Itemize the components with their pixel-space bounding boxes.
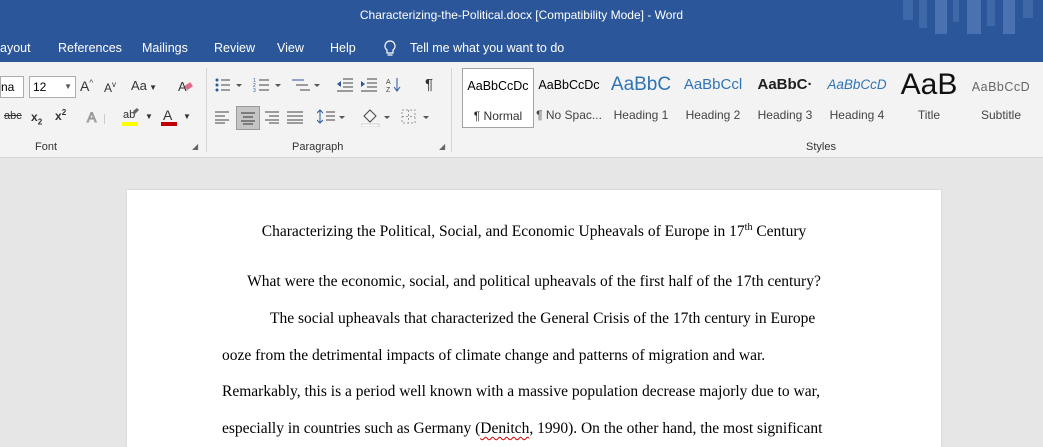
chevron-down-icon[interactable]: ▼ (183, 112, 191, 121)
document-title: Characterizing the Political, Social, an… (261, 222, 807, 241)
document-page[interactable]: Characterizing the Political, Social, an… (127, 190, 941, 447)
font-group-label: Font (35, 141, 58, 153)
align-center-button[interactable] (236, 106, 260, 130)
text-effects-icon[interactable]: A (86, 108, 102, 126)
decrease-indent-icon[interactable] (336, 76, 354, 94)
sort-icon[interactable]: AZ (386, 76, 402, 94)
dialog-launcher-icon[interactable]: ◢ (439, 142, 445, 151)
tab-help[interactable]: Help (330, 41, 356, 55)
clear-formatting-icon[interactable]: A (177, 78, 193, 94)
tab-mailings[interactable]: Mailings (142, 41, 188, 55)
style-normal[interactable]: AaBbCcDc ¶ Normal (462, 68, 534, 128)
align-right-icon[interactable] (263, 110, 279, 124)
svg-text:A: A (163, 107, 173, 123)
align-left-icon[interactable] (215, 110, 231, 124)
borders-icon[interactable] (401, 108, 433, 126)
svg-text:3: 3 (253, 88, 256, 94)
spelling-error[interactable]: Denitch (480, 420, 529, 437)
group-divider (451, 68, 452, 152)
group-divider (206, 68, 207, 152)
increase-indent-icon[interactable] (360, 76, 378, 94)
shading-icon[interactable] (361, 107, 393, 127)
style-heading-1[interactable]: AaBbC Heading 1 (606, 68, 676, 126)
highlight-color-icon[interactable]: ab (122, 107, 140, 127)
svg-text:A: A (87, 109, 97, 125)
superscript-button[interactable]: x2 (55, 108, 66, 123)
title-bar: Characterizing-the-Political.docx [Compa… (0, 0, 1043, 34)
multilevel-list-icon[interactable] (292, 76, 324, 94)
change-case-button[interactable]: Aa ▼ (131, 78, 157, 93)
ribbon: na 12 ▼ A^ Av Aa ▼ A abc x2 x2 A ab ▼ A … (0, 62, 1043, 158)
shrink-font-button[interactable]: Av (104, 80, 116, 95)
numbering-icon[interactable]: 1 2 3 (253, 76, 285, 94)
line-spacing-icon[interactable] (317, 108, 347, 126)
body-line-3: Remarkably, this is a period well known … (222, 383, 820, 400)
svg-text:Z: Z (386, 87, 391, 94)
grow-font-button[interactable]: A^ (80, 78, 93, 94)
font-name-box[interactable]: na (0, 76, 24, 98)
chevron-down-icon[interactable]: ▼ (145, 112, 153, 121)
style-title[interactable]: AaB Title (894, 68, 964, 126)
styles-group-label: Styles (806, 141, 836, 153)
tab-layout[interactable]: ayout (0, 41, 31, 55)
tab-references[interactable]: References (58, 41, 122, 55)
strikethrough-button[interactable]: abc (4, 110, 22, 122)
font-color-icon[interactable]: A (161, 107, 179, 127)
body-line-2: ooze from the detrimental impacts of cli… (222, 347, 766, 364)
title-bar-decoration (903, 0, 1033, 34)
justify-icon[interactable] (287, 110, 303, 124)
question-paragraph: What were the economic, social, and poli… (247, 273, 821, 290)
svg-text:A: A (386, 79, 391, 86)
chevron-down-icon: ▼ (64, 82, 72, 91)
style-no-spacing[interactable]: AaBbCcDc ¶ No Spac... (534, 68, 604, 126)
style-heading-2[interactable]: AaBbCcl Heading 2 (678, 68, 748, 126)
dialog-launcher-icon[interactable]: ◢ (192, 142, 198, 151)
font-size-box[interactable]: 12 ▼ (29, 76, 76, 98)
align-center-icon (241, 112, 255, 125)
style-heading-3[interactable]: AaBbC· Heading 3 (750, 68, 820, 126)
style-subtitle[interactable]: AaBbCcD Subtitle (966, 68, 1036, 126)
subscript-button[interactable]: x2 (31, 110, 42, 126)
ribbon-tabs: ayout References Mailings Review View He… (0, 34, 1043, 62)
tab-view[interactable]: View (277, 41, 304, 55)
tell-me-search[interactable]: Tell me what you want to do (410, 41, 564, 55)
tab-review[interactable]: Review (214, 41, 255, 55)
body-line-1: The social upheavals that characterized … (270, 310, 816, 327)
lightbulb-icon (384, 40, 396, 56)
style-heading-4[interactable]: AaBbCcD Heading 4 (822, 68, 892, 126)
body-line-4: especially in countries such as Germany … (222, 420, 823, 437)
bullets-icon[interactable] (214, 76, 246, 94)
paragraph-group-label: Paragraph (292, 141, 344, 153)
pilcrow-icon[interactable]: ¶ (425, 76, 433, 93)
